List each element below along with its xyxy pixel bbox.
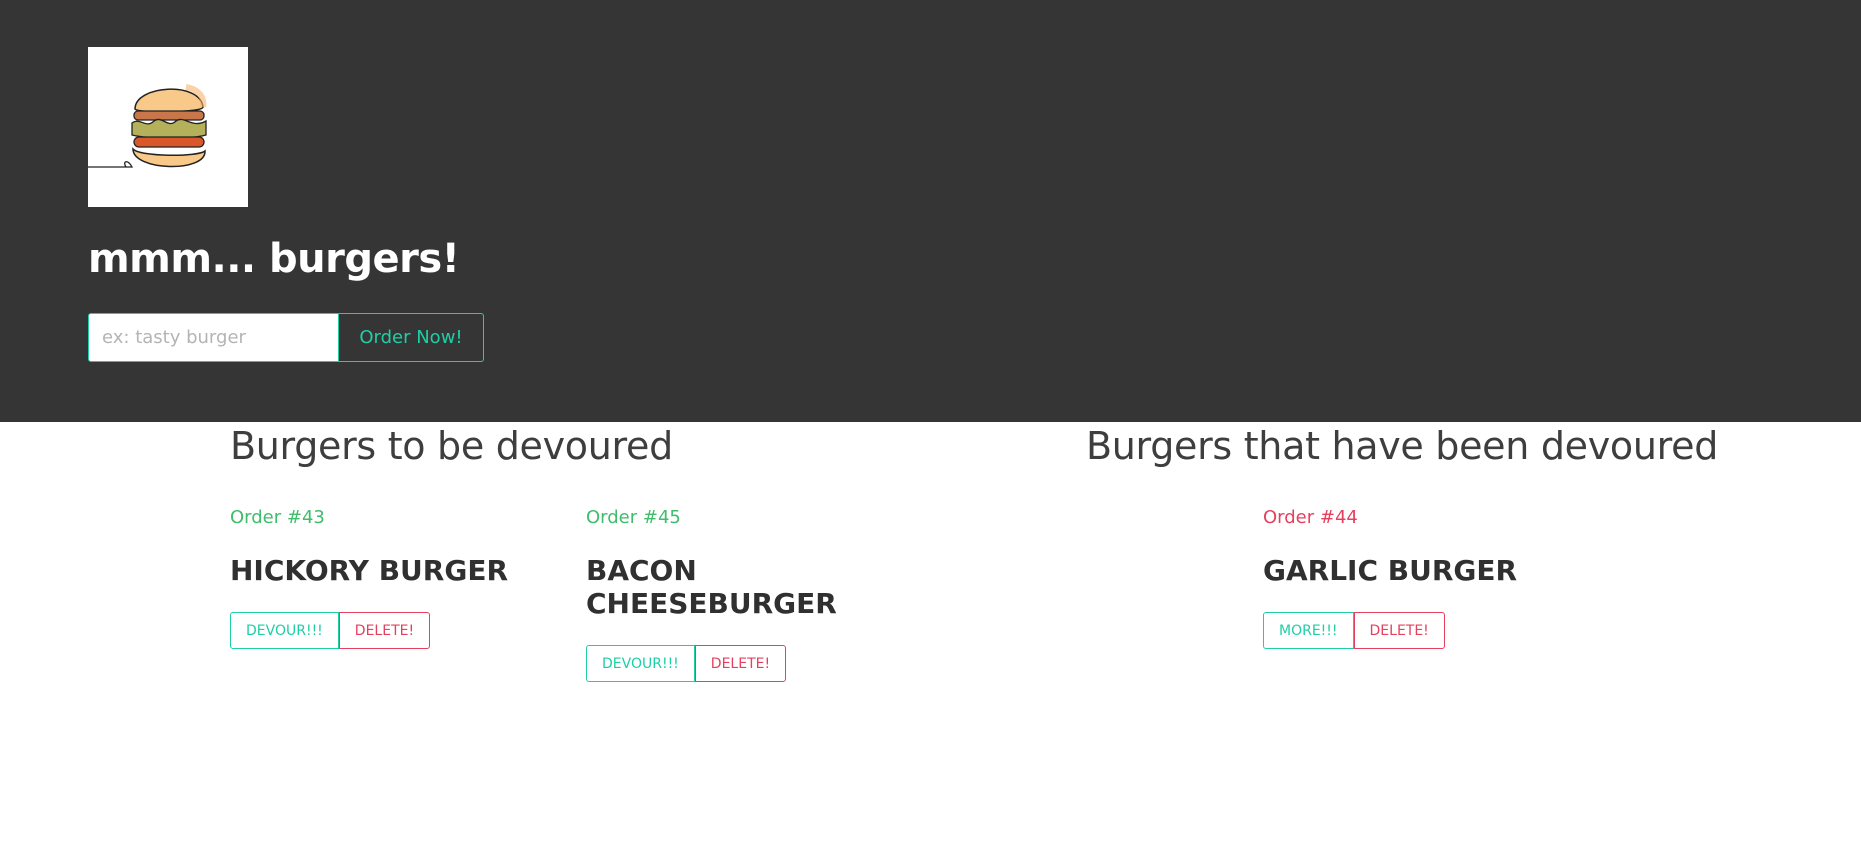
burger-icon (88, 84, 207, 168)
site-header: mmm... burgers! Order Now! (0, 0, 1861, 422)
burger-card: Order #45 BACON CHEESEBURGER DEVOUR!!! D… (586, 508, 906, 682)
order-number: Order #43 (230, 507, 325, 528)
burger-card: Order #44 GARLIC BURGER MORE!!! DELETE! (1263, 508, 1583, 649)
order-form: Order Now! (88, 313, 484, 362)
burger-actions: MORE!!! DELETE! (1263, 612, 1583, 649)
devour-button[interactable]: DEVOUR!!! (586, 645, 695, 682)
delete-button[interactable]: DELETE! (1353, 612, 1445, 649)
burger-name: HICKORY BURGER (230, 554, 509, 587)
delete-button[interactable]: DELETE! (694, 645, 787, 682)
order-now-button[interactable]: Order Now! (339, 313, 484, 362)
burger-name-input[interactable] (88, 313, 339, 362)
burger-logo (88, 47, 248, 207)
to-be-devoured-heading: Burgers to be devoured (230, 424, 673, 468)
devoured-heading: Burgers that have been devoured (1086, 424, 1719, 468)
order-number: Order #44 (1263, 507, 1358, 528)
burger-name: GARLIC BURGER (1263, 554, 1518, 587)
burger-name: BACON CHEESEBURGER (586, 554, 837, 620)
delete-button[interactable]: DELETE! (338, 612, 431, 649)
burger-card: Order #43 HICKORY BURGER DEVOUR!!! DELET… (230, 508, 550, 649)
burger-actions: DEVOUR!!! DELETE! (586, 645, 906, 682)
burger-actions: DEVOUR!!! DELETE! (230, 612, 550, 649)
devour-button[interactable]: DEVOUR!!! (230, 612, 339, 649)
more-button[interactable]: MORE!!! (1263, 612, 1354, 649)
order-number: Order #45 (586, 507, 681, 528)
site-title: mmm... burgers! (88, 236, 460, 282)
